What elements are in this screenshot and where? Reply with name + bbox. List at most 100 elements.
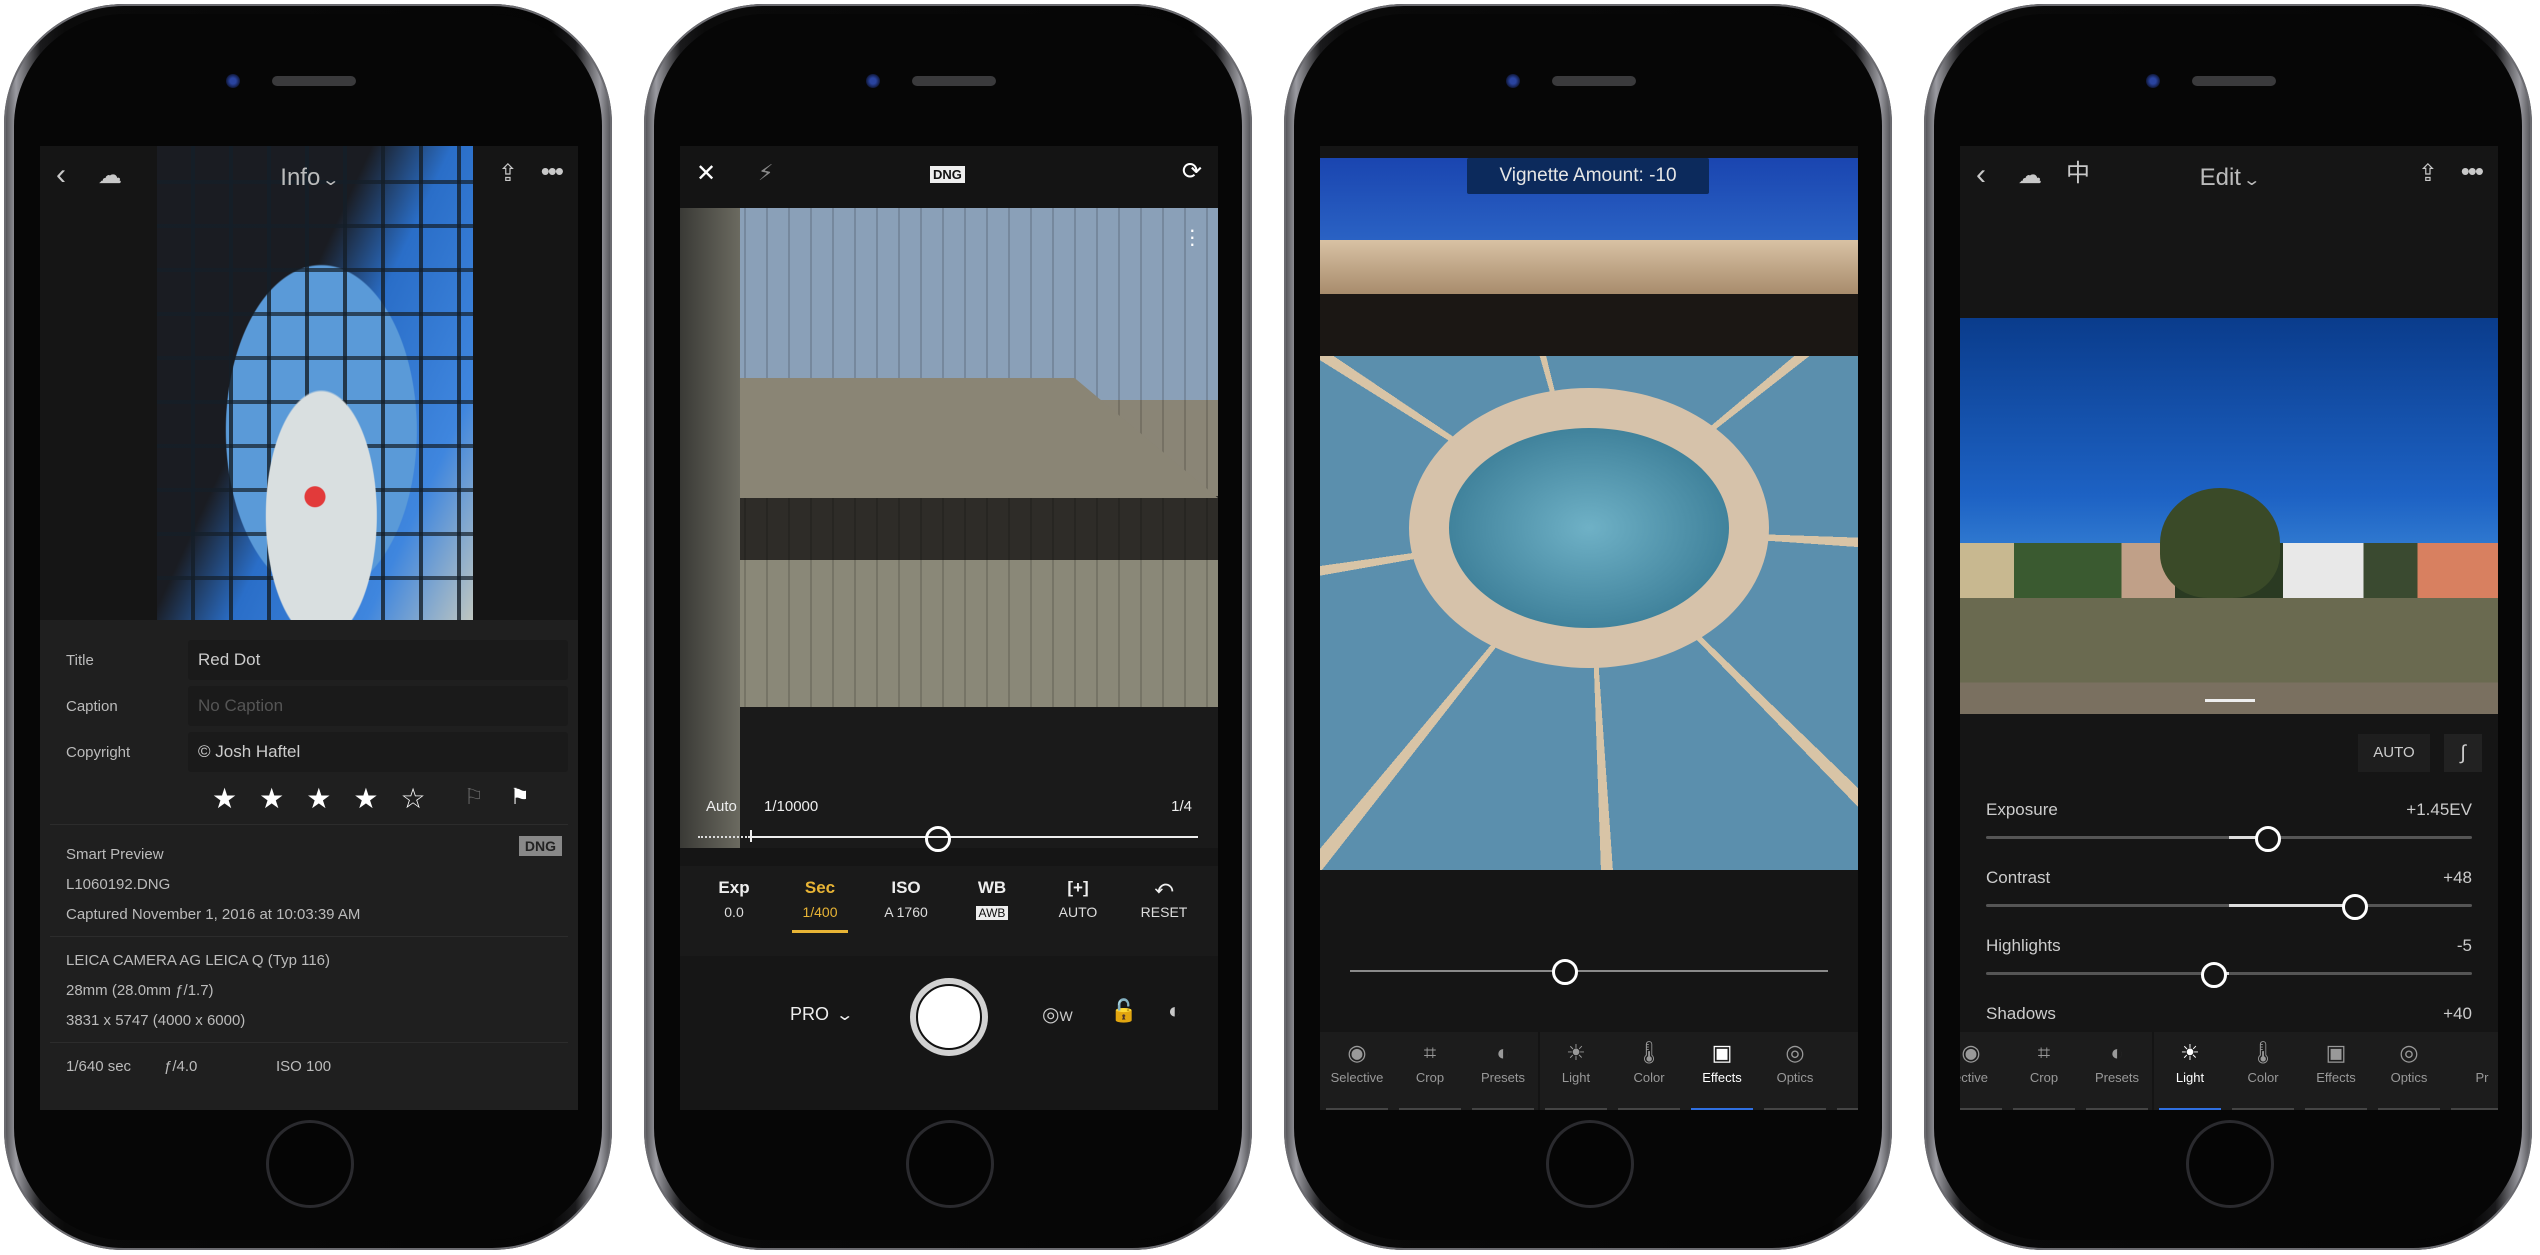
camera-viewfinder[interactable]: · · · [680,208,1218,848]
reject-flag-icon[interactable]: ⚐ [464,784,484,810]
tool-indicator [1618,1108,1680,1110]
tool-label: Optics [2390,1070,2428,1085]
tool-label: Selective [1330,1070,1384,1085]
tool-ective[interactable]: ◉ ective [1960,1038,2006,1110]
more-icon[interactable]: ••• [2461,158,2484,184]
color-icon: 🌡 [1635,1040,1663,1065]
tool-indicator [1960,1108,2002,1110]
more-icon[interactable]: ••• [541,158,564,184]
auto-button[interactable]: AUTO [2358,734,2430,772]
lens-toggle[interactable]: ◎W [1042,1002,1073,1027]
mode-0-0[interactable]: Exp 0.0 [694,878,774,920]
toolbar-separator [1538,1032,1540,1110]
slider-knob[interactable] [2201,962,2228,988]
tool-light[interactable]: ☀ Light [2155,1038,2225,1110]
presets-icon[interactable]: ◐ [1168,1000,1181,1022]
flash-off-icon[interactable]: ⚡ [758,162,773,184]
highlights-slider[interactable] [1986,962,2472,988]
home-button [2186,1120,2274,1208]
star-filled-icon[interactable]: ★ [259,782,284,815]
share-icon[interactable]: ⇪ [2418,162,2438,186]
optics-icon: ◎ [1785,1040,1805,1065]
tool-color[interactable]: 🌡 Color [1614,1038,1684,1110]
tool-optics[interactable]: ◎ Optics [1760,1038,1830,1110]
copyright-input[interactable]: © Josh Haftel [188,732,568,772]
mode-auto[interactable]: [+] AUTO [1038,878,1118,920]
vignette-slider[interactable] [1350,959,1828,985]
star-empty-icon[interactable]: ☆ [400,782,425,815]
capture-mode-dropdown[interactable]: PRO ⌄ [790,1004,854,1025]
exposure-lock-icon[interactable]: 🔓 [1110,1000,1137,1022]
tool-light[interactable]: ☀ Light [1541,1038,1611,1110]
shutter-button[interactable] [910,978,988,1056]
exposure-slider[interactable] [1986,826,2472,852]
tool-presets[interactable]: ◐ Presets [2082,1038,2152,1110]
tool-presets[interactable]: ◐ Presets [1468,1038,1538,1110]
pick-flag-icon[interactable]: ⚑ [510,784,530,810]
mode-1-400[interactable]: Sec 1/400 [780,878,860,933]
mode-awb[interactable]: WB AWB [952,878,1032,920]
title-input[interactable]: Red Dot [188,640,568,680]
adjustment-label: Shadows [1986,1004,2056,1023]
adjustment-highlights: Highlights -5 [1986,936,2472,996]
tool-indicator [1326,1108,1388,1110]
star-filled-icon[interactable]: ★ [306,782,331,815]
preview-type: Smart Preview [66,846,164,863]
selective-icon: ◉ [1347,1040,1367,1065]
mode-reset[interactable]: ⤺ RESET [1124,878,1204,920]
photo-preview [1320,158,1858,870]
slider-knob[interactable] [925,826,951,852]
mode-value: A 1760 [884,904,928,920]
caption-input[interactable]: No Caption [188,686,568,726]
edit-toolbar: ◉ ective ⌗ Crop ◐ Presets ☀ Light 🌡 Color ▣ Effects… [1960,1032,2498,1110]
tool-effects[interactable]: ▣ Effects [1687,1038,1757,1110]
tool-color[interactable]: 🌡 Color [2228,1038,2298,1110]
phone-frame-effects: Vignette Amount: -10 ◉ Selective ⌗ Crop ◐ Pre… [1284,4,1892,1250]
pre-icon: ⋮ [1833,1038,1858,1068]
dng-format-badge[interactable]: DNG [930,166,965,183]
image-scrubber[interactable] [2205,699,2255,702]
tool-crop[interactable]: ⌗ Crop [1395,1038,1465,1110]
photo-preview [157,146,473,620]
mode-a-1760[interactable]: ISO A 1760 [866,878,946,920]
mode-value: AWB [952,904,1032,920]
slider-knob[interactable] [2254,826,2281,852]
slider-knob[interactable] [1552,959,1579,985]
contrast-slider[interactable] [1986,894,2472,920]
pr-icon [2447,1038,2498,1068]
tool-indicator [2305,1108,2367,1110]
tool-effects[interactable]: ▣ Effects [2301,1038,2371,1110]
tool-pre[interactable]: ⋮ Pre [1833,1038,1859,1110]
pro-controls: Exp 0.0 Sec 1/400 ISO A 1760 WB AWB [+] AUTO ⤺ RESE… [680,866,1218,956]
tone-curve-icon[interactable]: ∫ [2444,734,2482,772]
camera-topbar: ✕ ⚡ DNG ⟳ [680,146,1218,208]
star-rating[interactable]: ★ ★ ★ ★ ☆ [212,782,426,815]
tool-optics[interactable]: ◎ Optics [2374,1038,2444,1110]
slider-fill [2229,904,2356,907]
tool-label: Presets [2094,1070,2140,1085]
tool-pr[interactable]: Pr [2447,1038,2498,1110]
star-filled-icon[interactable]: ★ [212,782,237,815]
camera-model: LEICA CAMERA AG LEICA Q (Typ 116) [66,952,330,969]
switch-camera-icon[interactable]: ⟳ [1182,160,1202,184]
chevron-down-icon: ⌄ [2242,172,2262,189]
shutter-speed-slider[interactable] [698,826,1198,852]
tool-label: Presets [1480,1070,1526,1085]
more-vertical-icon[interactable]: · · · [1189,219,1196,255]
tool-label: Pre [1833,1070,1859,1085]
capture-date: Captured November 1, 2016 at 10:03:39 AM [66,906,361,923]
close-icon[interactable]: ✕ [696,162,716,186]
earpiece [1552,76,1636,86]
tool-crop[interactable]: ⌗ Crop [2009,1038,2079,1110]
share-icon[interactable]: ⇪ [498,162,518,186]
mode-value: RESET [1140,904,1188,920]
tool-selective[interactable]: ◉ Selective [1322,1038,1392,1110]
tool-indicator [1399,1108,1461,1110]
lens-icon: ◎ [1042,1004,1060,1026]
slider-knob[interactable] [2342,894,2369,920]
mode-value: AUTO [1058,904,1098,920]
toolbar-separator [2152,1032,2154,1110]
tool-label: Crop [2029,1070,2059,1085]
star-filled-icon[interactable]: ★ [353,782,378,815]
tool-indicator [2159,1108,2221,1110]
